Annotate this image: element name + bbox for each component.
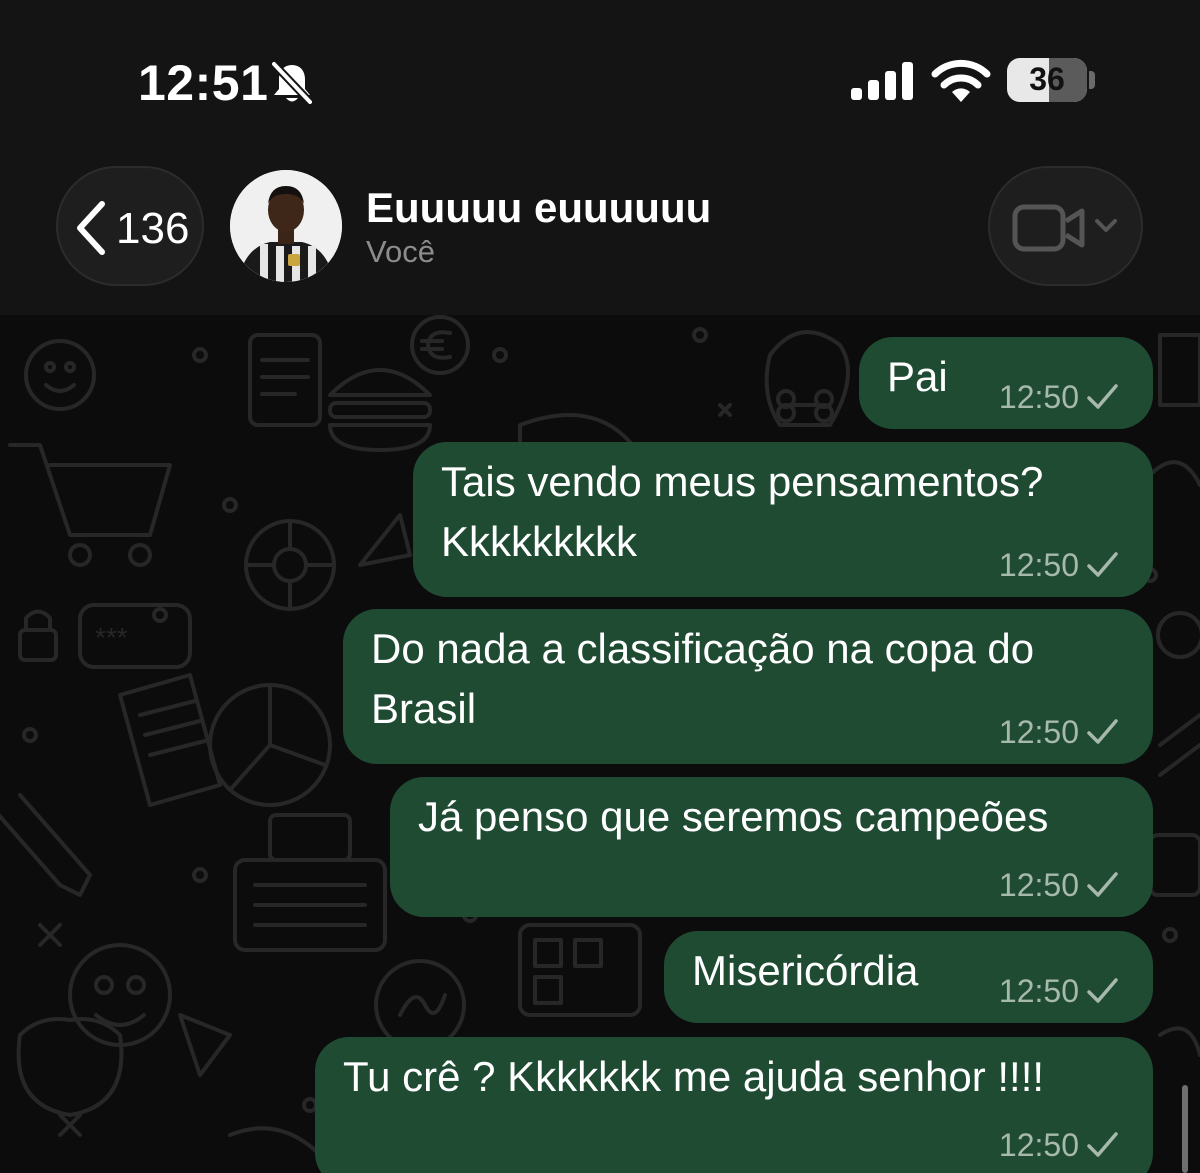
message-time: 12:50 — [998, 867, 1079, 903]
message-text: Do nada a classificação na copa do Brasi… — [371, 619, 1034, 739]
wifi-icon — [931, 59, 991, 102]
message-bubble[interactable]: Misericórdia 12:50 — [664, 931, 1153, 1023]
message-text-line: Pai — [887, 353, 948, 400]
message-text: Misericórdia — [692, 941, 918, 1001]
message-meta: 12:50 — [999, 1125, 1119, 1165]
chevron-down-icon — [1095, 219, 1117, 232]
message-text: Pai — [887, 347, 948, 407]
video-call-button[interactable] — [988, 166, 1143, 286]
scrollbar[interactable] — [1182, 1085, 1188, 1173]
check-icon — [1087, 719, 1118, 744]
message-text-line: Já penso que seremos campeões — [418, 793, 1049, 840]
check-icon — [1087, 978, 1118, 1003]
avatar[interactable] — [230, 170, 342, 282]
contact-subtitle: Você — [366, 234, 435, 269]
message-text-line: Do nada a classificação na copa do — [371, 625, 1035, 672]
message-text-line: Tais vendo meus pensamentos? — [441, 458, 1044, 505]
video-camera-icon — [1012, 204, 1085, 252]
chevron-left-icon — [77, 201, 105, 255]
message-time: 12:50 — [998, 547, 1079, 583]
message-text-line: Brasil — [371, 685, 477, 732]
message-time: 12:50 — [998, 973, 1079, 1009]
message-meta: 12:50 — [999, 545, 1119, 585]
check-icon — [1087, 872, 1118, 897]
battery-icon: 36 — [1007, 58, 1087, 102]
contact-name[interactable]: Euuuuu euuuuuu — [366, 184, 711, 232]
bell-slash-icon — [270, 60, 314, 106]
message-text: Tu crê ? Kkkkkkk me ajuda senhor !!!! — [343, 1047, 1044, 1107]
check-icon — [1087, 552, 1118, 577]
message-bubble[interactable]: Tu crê ? Kkkkkkk me ajuda senhor !!!! 12… — [315, 1037, 1153, 1173]
cellular-signal-icon — [851, 62, 913, 100]
message-bubble[interactable]: Do nada a classificação na copa do Brasi… — [343, 609, 1153, 764]
message-time: 12:50 — [998, 714, 1079, 750]
message-list[interactable]: *** Pai 12:50 Tais vendo meus pensamento… — [0, 315, 1200, 1173]
message-meta: 12:50 — [999, 971, 1119, 1011]
unread-count: 136 — [116, 204, 190, 253]
svg-text:***: *** — [95, 622, 128, 653]
message-bubble[interactable]: Já penso que seremos campeões 12:50 — [390, 777, 1153, 917]
check-icon — [1087, 384, 1118, 409]
message-text: Já penso que seremos campeões — [418, 787, 1048, 847]
status-time: 12:51 — [138, 55, 269, 111]
message-bubble[interactable]: Pai 12:50 — [859, 337, 1153, 429]
message-meta: 12:50 — [999, 377, 1119, 417]
battery-level: 36 — [1029, 61, 1065, 97]
back-button[interactable]: 136 — [56, 166, 204, 286]
message-time: 12:50 — [998, 379, 1079, 415]
message-meta: 12:50 — [999, 712, 1119, 752]
message-text: Tais vendo meus pensamentos? Kkkkkkkkk — [441, 452, 1043, 572]
message-time: 12:50 — [998, 1127, 1079, 1163]
message-text-line: Kkkkkkkkk — [441, 518, 638, 565]
message-meta: 12:50 — [999, 865, 1119, 905]
message-text-line: Tu crê ? Kkkkkkk me ajuda senhor !!!! — [343, 1053, 1045, 1100]
message-text-line: Misericórdia — [692, 947, 919, 994]
check-icon — [1087, 1132, 1118, 1157]
avatar-photo — [230, 170, 342, 282]
message-bubble[interactable]: Tais vendo meus pensamentos? Kkkkkkkkk 1… — [413, 442, 1153, 597]
battery-cap — [1089, 71, 1095, 89]
chat-screen: 12:51 36 136 Euuuuu euuuuuu Você *** Pai… — [0, 0, 1200, 1173]
top-bar: 12:51 36 136 Euuuuu euuuuuu Você — [0, 0, 1200, 315]
